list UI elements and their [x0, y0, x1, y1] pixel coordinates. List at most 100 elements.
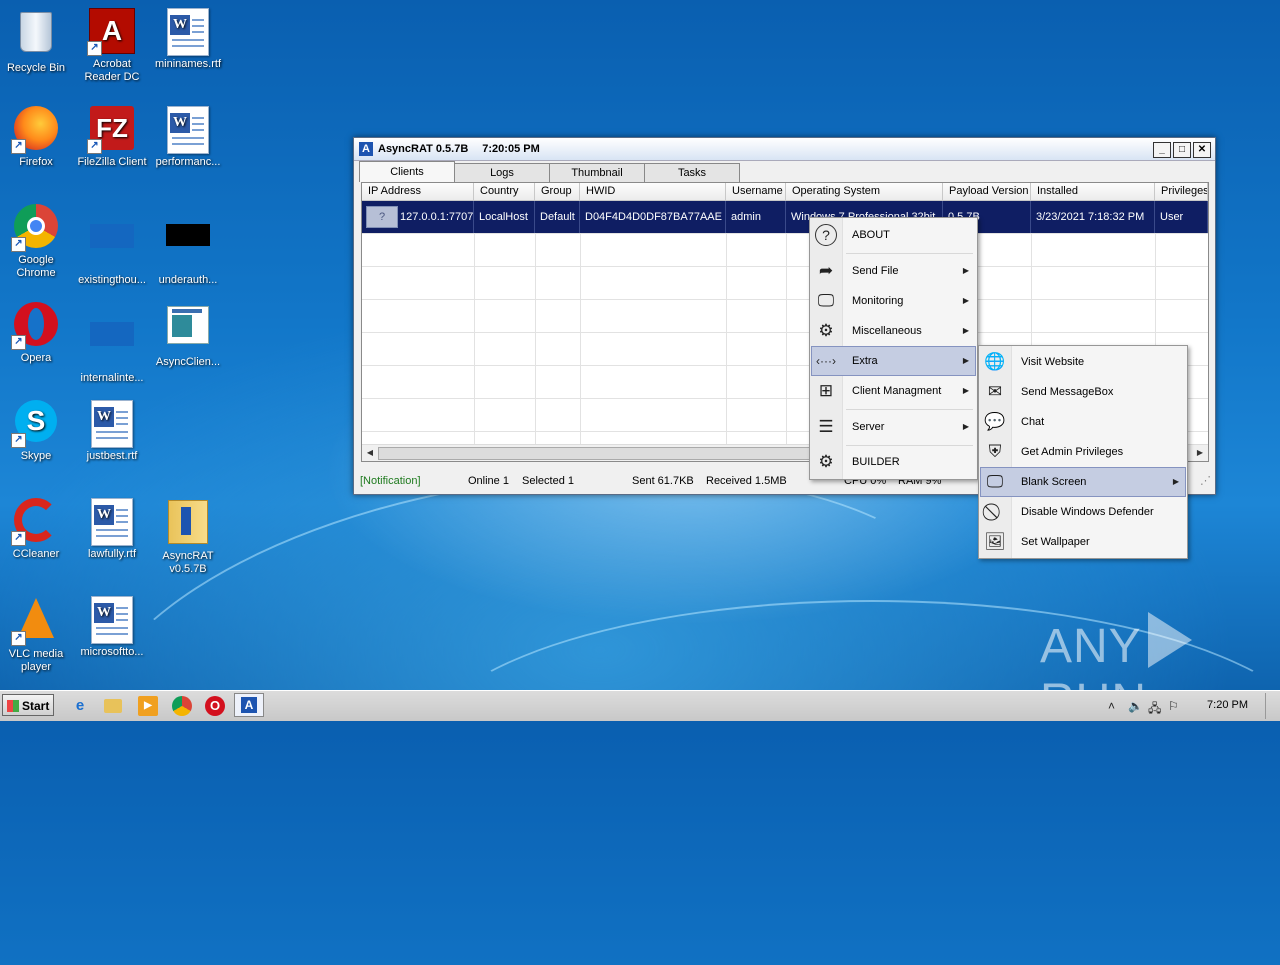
dots-arrows-icon: ‹···› [816, 354, 836, 368]
scroll-right-arrow-icon[interactable]: ▶ [1193, 446, 1207, 459]
column-header[interactable]: Installed [1031, 183, 1155, 200]
resize-grip-icon[interactable]: ⋰ [1200, 468, 1211, 494]
tab-logs[interactable]: Logs [454, 163, 550, 182]
table-row[interactable]: ? 127.0.0.1:7707 LocalHost Default D04F4D… [362, 201, 1208, 233]
desktop-icon-asyncrat-folder[interactable]: AsyncRAT v0.5.7B [150, 498, 226, 576]
menu-item-chat[interactable]: 💬 Chat [981, 408, 1185, 436]
asyncrat-taskbar-button[interactable]: A [234, 693, 264, 717]
desktop-icon-filezilla[interactable]: FZ ↗ FileZilla Client [74, 106, 150, 169]
column-header[interactable]: IP Address [362, 183, 474, 200]
start-button[interactable]: Start [2, 694, 54, 716]
submenu-arrow-icon: ▶ [962, 296, 969, 305]
menu-item-send-messagebox[interactable]: ✉ Send MessageBox [981, 378, 1185, 406]
watermark-text: ANY [1040, 620, 1142, 673]
column-header[interactable]: Privileges [1155, 183, 1208, 200]
menu-item-miscellaneous[interactable]: ⚙ Miscellaneous ▶ [812, 317, 975, 345]
cell-ip: 127.0.0.1:7707 [400, 211, 474, 223]
menu-item-server[interactable]: ☰ Server ▶ [812, 413, 975, 441]
close-button[interactable]: ✕ [1193, 142, 1211, 158]
menu-item-label: Disable Windows Defender [1021, 506, 1154, 518]
menu-item-builder[interactable]: ⚙ BUILDER [812, 448, 975, 476]
tab-tasks[interactable]: Tasks [644, 163, 740, 182]
menu-item-monitoring[interactable]: 🖵 Monitoring ▶ [812, 287, 975, 315]
submenu-arrow-icon: ▶ [962, 326, 969, 335]
menu-item-send-file[interactable]: ➦ Send File ▶ [812, 257, 975, 285]
status-selected: Selected 1 [522, 475, 574, 487]
taskbar-clock[interactable]: 7:20 PM [1207, 699, 1248, 711]
column-header[interactable]: Country [474, 183, 535, 200]
status-received: Received 1.5MB [706, 475, 787, 487]
desktop-icon-vlc[interactable]: ↗ VLC media player [0, 596, 74, 674]
desktop-icon-chrome[interactable]: ↗ Google Chrome [0, 204, 74, 280]
monitor-icon: 🖵 [986, 472, 1004, 491]
tab-clients[interactable]: Clients [359, 161, 455, 182]
media-player-icon[interactable]: ▶ [138, 696, 158, 716]
column-header[interactable]: Group [535, 183, 580, 200]
menu-item-disable-windows-defender[interactable]: ⃠ Disable Windows Defender [981, 498, 1185, 526]
menu-item-extra[interactable]: ‹···› Extra ▶ [811, 346, 976, 376]
word-document-icon: W [165, 8, 211, 56]
menu-item-blank-screen[interactable]: 🖵 Blank Screen ▶ [980, 467, 1186, 497]
desktop-icon-label: AsyncClien... [155, 356, 221, 368]
speaker-icon[interactable]: 🔈 [1128, 699, 1143, 713]
desktop-icon-label: microsoftto... [80, 646, 144, 658]
desktop-icon-ccleaner[interactable]: ↗ CCleaner [0, 498, 74, 561]
column-header[interactable]: Payload Version [943, 183, 1031, 200]
tab-thumbnail[interactable]: Thumbnail [549, 163, 645, 182]
globe-icon: 🌐 [984, 352, 1006, 371]
scroll-left-arrow-icon[interactable]: ◀ [363, 446, 377, 459]
minimize-button[interactable]: _ [1153, 142, 1171, 158]
window-titlebar[interactable]: A AsyncRAT 0.5.7B 7:20:05 PM [354, 138, 1215, 161]
scroll-thumb[interactable] [378, 447, 820, 460]
ccleaner-icon: ↗ [11, 498, 59, 546]
menu-item-label: Extra [852, 355, 878, 367]
desktop-icon-acrobat[interactable]: A ↗ Acrobat Reader DC [74, 8, 150, 84]
column-header[interactable]: HWID [580, 183, 726, 200]
menu-separator [846, 253, 973, 254]
desktop-icon-firefox[interactable]: ↗ Firefox [0, 106, 74, 169]
grid-column-line [474, 233, 475, 445]
show-desktop-button[interactable] [1265, 693, 1280, 719]
desktop-icon-skype[interactable]: S ↗ Skype [0, 400, 74, 463]
desktop-icon-justbest[interactable]: W justbest.rtf [74, 400, 150, 463]
desktop-icon-microsoftto[interactable]: W microsoftto... [74, 596, 150, 659]
desktop-icon-internalinte[interactable]: internalinte... [74, 302, 150, 385]
country-flag-icon: ? [366, 206, 398, 229]
maximize-button[interactable]: □ [1173, 142, 1191, 158]
desktop-icon-existingthou[interactable]: existingthou... [74, 204, 150, 287]
tray-expand-icon[interactable]: ˄ [1108, 699, 1115, 713]
action-center-flag-icon[interactable]: ⚐ [1168, 699, 1179, 713]
play-icon [1147, 612, 1192, 668]
desktop-icon-recycle-bin[interactable]: Recycle Bin [0, 8, 74, 75]
desktop-icon-lawfully[interactable]: W lawfully.rtf [74, 498, 150, 561]
network-icon[interactable]: 🖧 [1148, 699, 1161, 720]
desktop-icon-opera[interactable]: ↗ Opera [0, 302, 74, 365]
desktop-icon-performance[interactable]: W performanc... [150, 106, 226, 169]
menu-item-visit-website[interactable]: 🌐 Visit Website [981, 348, 1185, 376]
desktop-icon-label: internalinte... [80, 372, 144, 384]
desktop-icon-asyncclient[interactable]: AsyncClien... [150, 302, 226, 369]
folder-icon [165, 500, 211, 546]
desktop-icon-label: CCleaner [12, 548, 60, 560]
window-title: AsyncRAT 0.5.7B [378, 143, 469, 155]
desktop-icon-label: underauth... [158, 274, 218, 286]
submenu-arrow-icon: ▶ [962, 422, 969, 431]
menu-item-set-wallpaper[interactable]: 🖼 Set Wallpaper [981, 528, 1185, 556]
menu-item-label: Miscellaneous [852, 325, 922, 337]
menu-item-get-admin-privileges[interactable]: ⛨ Get Admin Privileges [981, 438, 1185, 466]
column-header[interactable]: Operating System [786, 183, 943, 200]
submenu-arrow-icon: ▶ [1172, 477, 1179, 486]
column-header[interactable]: Username [726, 183, 786, 200]
opera-taskbar-icon[interactable]: O [205, 696, 225, 716]
chrome-taskbar-icon[interactable] [172, 696, 192, 716]
internet-explorer-icon[interactable]: e [70, 696, 90, 716]
file-explorer-icon[interactable] [104, 699, 122, 713]
menu-item-label: ABOUT [852, 229, 890, 241]
desktop-icon-underauth[interactable]: underauth... [150, 204, 226, 287]
desktop-icon-label: justbest.rtf [86, 450, 138, 462]
menu-item-about[interactable]: ? ABOUT [812, 221, 975, 249]
menu-item-client-managment[interactable]: ⊞ Client Managment ▶ [812, 377, 975, 405]
status-notification[interactable]: [Notification] [360, 468, 421, 494]
desktop-icon-mininames[interactable]: W mininames.rtf [150, 8, 226, 71]
asyncrat-app-icon: A [359, 142, 373, 156]
